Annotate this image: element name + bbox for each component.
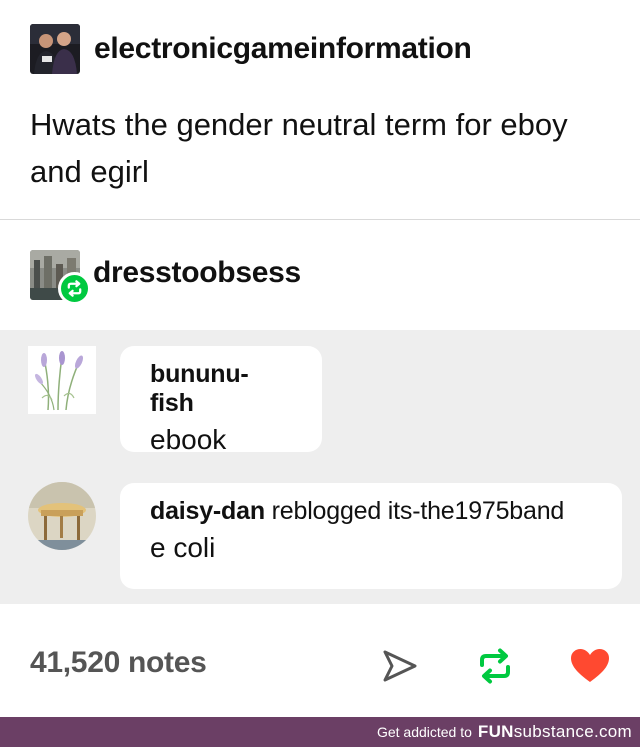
notes-count[interactable]: 41,520 notes [30,646,207,680]
post-header: electronicgameinformation [30,24,472,74]
comment-username[interactable]: bununu-fish [150,360,292,418]
comment-bubble: bununu-fish ebook [120,346,322,455]
reblog-header: dresstoobsess [30,250,301,305]
banner-brand-bold: FUN [477,722,514,741]
watermark-banner: Get addicted to FUNsubstance.com [0,717,640,747]
comment-bubble: daisy-dan reblogged its-the1975band e co… [120,483,622,589]
banner-brand: FUNsubstance.com [478,722,632,742]
reblogger-avatar[interactable] [30,250,91,305]
comment-username[interactable]: daisy-dan [150,497,265,525]
comment-message: ebook [150,424,227,455]
commenter-avatar-table[interactable] [28,482,96,550]
heart-icon[interactable] [568,644,612,688]
banner-brand-rest: substance.com [513,722,632,741]
comment-message: e coli [150,532,216,563]
commenter-avatar-lavender[interactable] [28,346,96,414]
post-author-username[interactable]: electronicgameinformation [94,32,472,66]
comment-reblog-source[interactable]: reblogged its-the1975band [272,497,565,525]
send-icon[interactable] [378,644,422,688]
post-body-text: Hwats the gender neutral term for eboy a… [30,107,568,189]
reblog-thread: bununu-fish ebook daisy-dan reblogged it… [0,330,640,604]
post-divider [0,219,640,220]
banner-tagline: Get addicted to [376,724,472,740]
reblog-icon[interactable] [473,644,517,688]
post-author-avatar[interactable] [30,24,80,74]
reblogger-username[interactable]: dresstoobsess [93,256,301,290]
reblog-badge-icon [58,272,91,305]
post-footer: 41,520 notes [0,630,640,702]
